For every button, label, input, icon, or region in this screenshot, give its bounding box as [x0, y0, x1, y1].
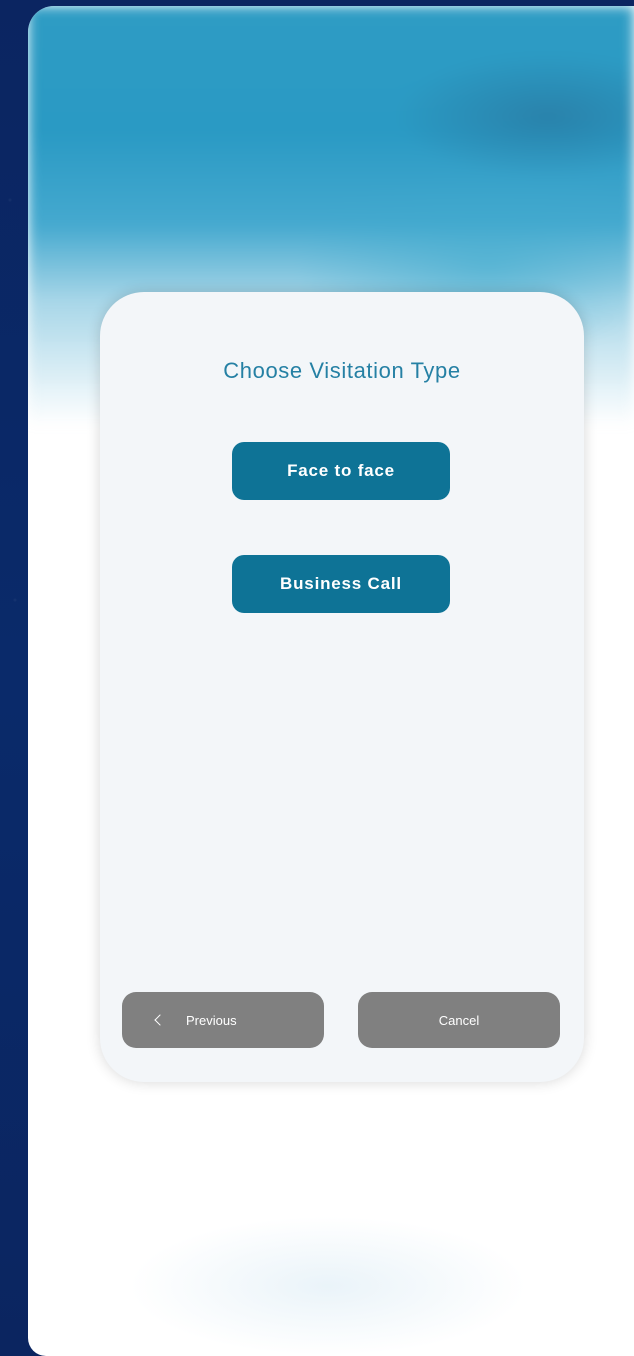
cancel-button[interactable]: Cancel: [358, 992, 560, 1048]
chevron-left-icon: [154, 1014, 166, 1026]
face-to-face-button[interactable]: Face to face: [232, 442, 450, 500]
previous-label: Previous: [186, 1012, 237, 1028]
previous-button[interactable]: Previous: [122, 992, 324, 1048]
cancel-label: Cancel: [438, 1012, 480, 1028]
visitation-type-dialog: Choose Visitation Type Face to face Busi…: [100, 292, 584, 1082]
dialog-title: Choose Visitation Type: [223, 358, 461, 383]
background-glow: [128, 1216, 528, 1356]
app-screen: Choose Visitation Type Face to face Busi…: [28, 6, 634, 1356]
business-call-button[interactable]: Business Call: [232, 555, 450, 613]
